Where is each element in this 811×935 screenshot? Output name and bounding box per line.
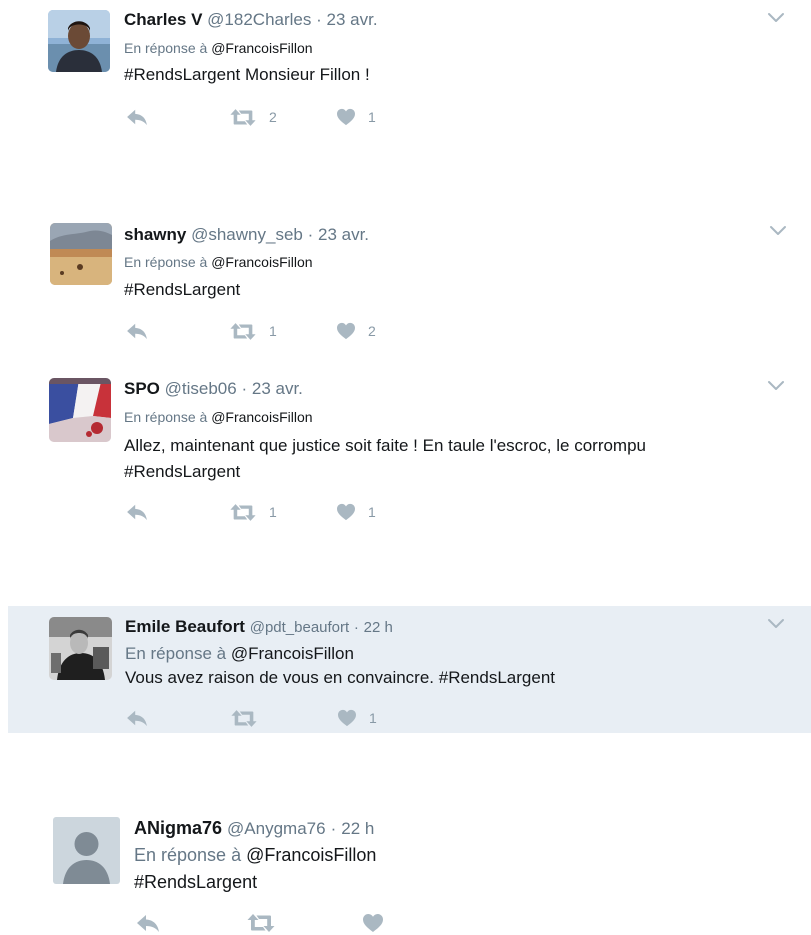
tweet-text-line: Vous avez raison de vous en convaincre. … xyxy=(125,668,555,687)
reply-to-handle[interactable]: @FrancoisFillon xyxy=(211,40,312,56)
tweet-text: Vous avez raison de vous en convaincre. … xyxy=(125,665,555,691)
reply-button[interactable] xyxy=(126,320,148,342)
reply-context: En réponse à @FrancoisFillon xyxy=(134,844,376,866)
tweet-highlighted[interactable]: Emile Beaufort @pdt_beaufort · 22 h En r… xyxy=(8,606,811,733)
author-handle[interactable]: @Anygma76 xyxy=(227,819,326,838)
like-button[interactable]: 2 xyxy=(336,320,376,342)
tweet-text-line: #RendsLargent xyxy=(124,462,241,481)
tweet[interactable]: ANigma76 @Anygma76 · 22 h En réponse à @… xyxy=(0,800,811,935)
reply-to-handle[interactable]: @FrancoisFillon xyxy=(231,644,354,663)
retweet-button[interactable]: 1 xyxy=(229,501,277,523)
heart-icon xyxy=(336,322,356,340)
tweet-timestamp[interactable]: 22 h xyxy=(341,819,374,838)
reply-button[interactable] xyxy=(126,707,148,729)
separator-dot: · xyxy=(241,379,248,398)
tweet-text: #RendsLargent xyxy=(124,277,240,303)
author-handle[interactable]: @shawny_seb xyxy=(191,225,303,244)
retweet-button[interactable] xyxy=(246,912,288,934)
retweet-icon xyxy=(229,322,257,341)
black-white-photo-avatar[interactable] xyxy=(49,617,112,680)
retweet-count: 1 xyxy=(269,504,277,520)
tweet-timestamp[interactable]: 23 avr. xyxy=(327,10,378,29)
reply-context: En réponse à @FrancoisFillon xyxy=(124,39,313,57)
reply-context: En réponse à @FrancoisFillon xyxy=(125,643,354,665)
like-count: 2 xyxy=(368,323,376,339)
retweet-button[interactable] xyxy=(230,707,270,729)
reply-prefix: En réponse à xyxy=(124,409,208,425)
separator-dot: · xyxy=(307,225,314,244)
heart-icon xyxy=(362,913,384,933)
author-handle[interactable]: @pdt_beaufort xyxy=(250,619,349,636)
reply-icon xyxy=(136,913,160,933)
tweet-text-line: #RendsLargent Monsieur Fillon ! xyxy=(124,65,370,84)
reply-button[interactable] xyxy=(126,501,148,523)
separator-dot: · xyxy=(353,619,359,636)
chevron-down-icon[interactable] xyxy=(767,380,785,392)
retweet-icon xyxy=(229,108,257,127)
like-count: 1 xyxy=(368,109,376,125)
heart-icon xyxy=(336,503,356,521)
reply-icon xyxy=(126,322,148,340)
reply-context: En réponse à @FrancoisFillon xyxy=(124,408,313,426)
tweet-text: #RendsLargent Monsieur Fillon ! xyxy=(124,62,370,88)
selfie-portrait-avatar[interactable] xyxy=(48,10,110,72)
chevron-down-icon[interactable] xyxy=(767,12,785,24)
tweet-text: #RendsLargent xyxy=(134,869,257,895)
author-name[interactable]: SPO xyxy=(124,379,160,398)
tweet-text: Allez, maintenant que justice soit faite… xyxy=(124,433,646,485)
reply-icon xyxy=(126,108,148,126)
author-handle[interactable]: @182Charles xyxy=(207,10,311,29)
retweet-button[interactable]: 1 xyxy=(229,320,277,342)
tweet[interactable]: SPO @tiseb06 · 23 avr. En réponse à @Fra… xyxy=(0,370,811,545)
author-name[interactable]: ANigma76 xyxy=(134,818,222,838)
author-name[interactable]: shawny xyxy=(124,225,186,244)
author-handle[interactable]: @tiseb06 xyxy=(165,379,237,398)
like-button[interactable]: 1 xyxy=(336,106,376,128)
reply-icon xyxy=(126,503,148,521)
chevron-down-icon[interactable] xyxy=(769,225,787,237)
reply-prefix: En réponse à xyxy=(124,254,208,270)
like-button[interactable]: 1 xyxy=(337,707,377,729)
reply-to-handle[interactable]: @FrancoisFillon xyxy=(211,254,312,270)
author-name[interactable]: Emile Beaufort xyxy=(125,617,245,636)
retweet-button[interactable]: 2 xyxy=(229,106,277,128)
reply-context: En réponse à @FrancoisFillon xyxy=(124,253,313,271)
reply-button[interactable] xyxy=(126,106,148,128)
like-button[interactable]: 1 xyxy=(336,501,376,523)
retweet-count: 1 xyxy=(269,323,277,339)
retweet-icon xyxy=(229,503,257,522)
tweet-timestamp[interactable]: 22 h xyxy=(364,619,393,636)
reply-to-handle[interactable]: @FrancoisFillon xyxy=(246,845,376,865)
separator-dot: · xyxy=(316,10,322,29)
retweet-count: 2 xyxy=(269,109,277,125)
reply-icon xyxy=(126,709,148,727)
reply-prefix: En réponse à xyxy=(134,845,242,865)
reply-prefix: En réponse à xyxy=(124,40,208,56)
tweet-text-line: #RendsLargent xyxy=(124,280,241,299)
tweet-text-line: #RendsLargent xyxy=(134,872,258,892)
default-user-avatar[interactable] xyxy=(53,817,120,884)
retweet-icon xyxy=(246,913,276,933)
heart-icon xyxy=(337,709,357,727)
heart-icon xyxy=(336,108,356,126)
chevron-down-icon[interactable] xyxy=(767,618,785,630)
tweet-timestamp[interactable]: 23 avr. xyxy=(252,379,303,398)
reply-prefix: En réponse à xyxy=(125,644,227,663)
separator-dot: · xyxy=(330,819,337,838)
retweet-icon xyxy=(230,709,258,728)
reply-button[interactable] xyxy=(136,912,160,934)
french-flag-avatar[interactable] xyxy=(49,378,111,442)
tweet-timestamp[interactable]: 23 avr. xyxy=(318,225,369,244)
like-button[interactable] xyxy=(362,912,396,934)
author-name[interactable]: Charles V xyxy=(124,10,202,29)
tweet[interactable]: shawny @shawny_seb · 23 avr. En réponse … xyxy=(0,215,811,365)
like-count: 1 xyxy=(369,710,377,726)
tweet-text-line: Allez, maintenant que justice soit faite… xyxy=(124,436,647,455)
like-count: 1 xyxy=(368,504,376,520)
beach-landscape-avatar[interactable] xyxy=(50,223,112,285)
tweet[interactable]: Charles V @182Charles · 23 avr. En répon… xyxy=(0,0,811,180)
reply-to-handle[interactable]: @FrancoisFillon xyxy=(211,409,312,425)
